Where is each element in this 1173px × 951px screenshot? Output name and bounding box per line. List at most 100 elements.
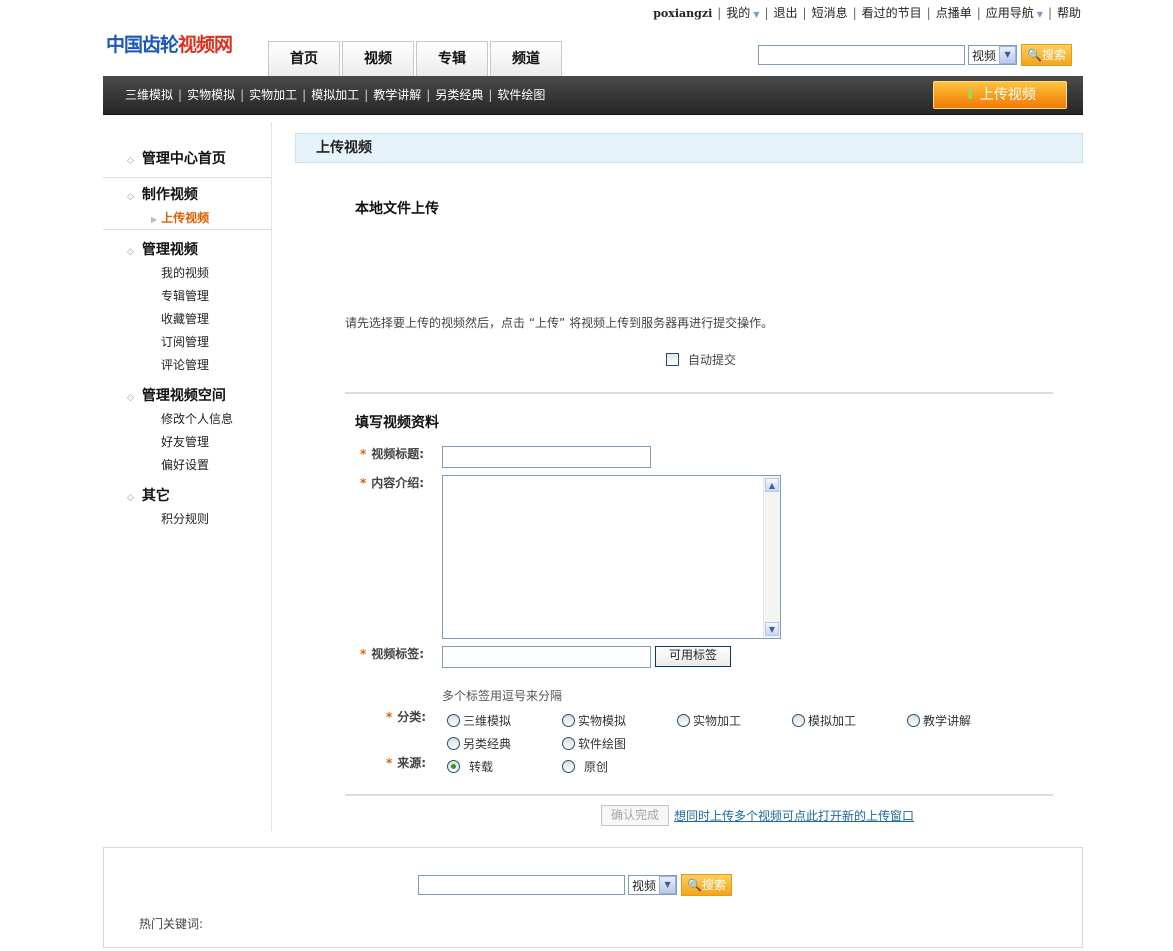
main-tabs: 首页 视频 专辑 频道 bbox=[268, 41, 564, 77]
sidebar-group-make[interactable]: ◇ 制作视频 bbox=[127, 184, 198, 204]
available-tags-button[interactable]: 可用标签 bbox=[655, 646, 731, 667]
sidebar-item-favorites[interactable]: 收藏管理 bbox=[161, 310, 209, 327]
sidebar-item-home[interactable]: ◇ 管理中心首页 bbox=[127, 148, 226, 168]
upload-instruction: 请先选择要上传的视频然后，点击 “上传” 将视频上传到服务器再进行提交操作。 bbox=[345, 316, 774, 330]
radio-button[interactable] bbox=[677, 714, 690, 727]
messages-link[interactable]: 短消息 bbox=[812, 6, 848, 20]
source-option-repost[interactable]: 转载 bbox=[447, 758, 493, 775]
nav-link[interactable]: 实物加工 bbox=[249, 88, 297, 102]
radio-button[interactable] bbox=[792, 714, 805, 727]
playlist-link[interactable]: 点播单 bbox=[936, 6, 972, 20]
required-star-icon: * bbox=[360, 476, 367, 490]
chevron-down-icon[interactable]: ▼ bbox=[753, 10, 759, 19]
divider bbox=[345, 794, 1053, 796]
search-type-select[interactable]: 视频 ▼ bbox=[628, 875, 678, 895]
video-intro-textarea[interactable]: ▲ ▼ bbox=[442, 475, 781, 639]
sidebar-item-subscriptions[interactable]: 订阅管理 bbox=[161, 333, 209, 350]
sidebar-item-comments[interactable]: 评论管理 bbox=[161, 356, 209, 373]
sidebar-item-albums[interactable]: 专辑管理 bbox=[161, 287, 209, 304]
radio-button[interactable] bbox=[562, 737, 575, 750]
sidebar-item-upload[interactable]: ▶ 上传视频 bbox=[151, 209, 209, 226]
bullet-icon: ◇ bbox=[127, 247, 134, 257]
auto-submit-row: 自动提交 bbox=[666, 351, 736, 368]
chevron-down-icon[interactable]: ▼ bbox=[1037, 10, 1043, 19]
video-title-input[interactable] bbox=[442, 446, 651, 468]
confirm-button[interactable]: 确认完成 bbox=[601, 805, 669, 826]
radio-button[interactable] bbox=[562, 714, 575, 727]
intro-label: * 内容介绍: bbox=[360, 476, 425, 490]
category-links: 三维模拟 | 实物模拟 | 实物加工 | 模拟加工 | 教学讲解 | 另类经典 | 软件绘图 bbox=[125, 88, 546, 102]
scroll-up-icon[interactable]: ▲ bbox=[765, 478, 779, 492]
tab-album[interactable]: 专辑 bbox=[416, 41, 488, 76]
search-input[interactable] bbox=[758, 45, 965, 65]
search-input[interactable] bbox=[418, 875, 625, 895]
search-button[interactable]: 🔍搜索 bbox=[1021, 44, 1072, 66]
scrollbar[interactable]: ▲ ▼ bbox=[763, 476, 780, 638]
auto-submit-checkbox[interactable] bbox=[666, 353, 679, 366]
title-label: * 视频标题: bbox=[360, 447, 425, 461]
category-option[interactable]: 模拟加工 bbox=[792, 712, 856, 729]
sidebar-item-friends[interactable]: 好友管理 bbox=[161, 433, 209, 450]
divider bbox=[103, 229, 271, 230]
nav-link[interactable]: 实物模拟 bbox=[187, 88, 235, 102]
form-heading: 填写视频资料 bbox=[355, 415, 439, 431]
category-option[interactable]: 另类经典 bbox=[447, 735, 511, 752]
sidebar-item-preferences[interactable]: 偏好设置 bbox=[161, 456, 209, 473]
nav-link[interactable]: 教学讲解 bbox=[373, 88, 421, 102]
required-star-icon: * bbox=[360, 447, 367, 461]
username[interactable]: poxiangzi bbox=[653, 7, 712, 20]
sidebar-item-profile[interactable]: 修改个人信息 bbox=[161, 410, 233, 427]
triangle-icon: ▶ bbox=[151, 215, 158, 224]
radio-button[interactable] bbox=[447, 737, 460, 750]
radio-button[interactable] bbox=[447, 714, 460, 727]
nav-link[interactable]: 另类经典 bbox=[435, 88, 483, 102]
radio-button[interactable] bbox=[907, 714, 920, 727]
bullet-icon: ◇ bbox=[127, 156, 134, 166]
site-logo[interactable]: 中国齿轮视频网 bbox=[106, 30, 233, 57]
scroll-down-icon[interactable]: ▼ bbox=[765, 622, 779, 636]
my-menu[interactable]: 我的 bbox=[726, 6, 750, 20]
nav-link[interactable]: 模拟加工 bbox=[311, 88, 359, 102]
divider bbox=[345, 392, 1053, 394]
required-star-icon: * bbox=[360, 647, 367, 661]
category-option[interactable]: 软件绘图 bbox=[562, 735, 626, 752]
category-option[interactable]: 实物加工 bbox=[677, 712, 741, 729]
sidebar-group-space[interactable]: ◇ 管理视频空间 bbox=[127, 385, 226, 405]
search-button[interactable]: 🔍搜索 bbox=[681, 874, 732, 896]
nav-link[interactable]: 三维模拟 bbox=[125, 88, 173, 102]
search-type-select[interactable]: 视频 ▼ bbox=[968, 45, 1018, 65]
sidebar-group-other[interactable]: ◇ 其它 bbox=[127, 485, 170, 505]
multi-upload-link[interactable]: 想同时上传多个视频可点此打开新的上传窗口 bbox=[674, 807, 914, 824]
search-icon: 🔍 bbox=[1027, 48, 1042, 62]
tab-home[interactable]: 首页 bbox=[268, 41, 340, 76]
sidebar-item-points-rules[interactable]: 积分规则 bbox=[161, 510, 209, 527]
help-link[interactable]: 帮助 bbox=[1057, 6, 1081, 20]
tab-channel[interactable]: 频道 bbox=[490, 41, 562, 76]
category-option[interactable]: 教学讲解 bbox=[907, 712, 971, 729]
chevron-down-icon: ▼ bbox=[999, 46, 1017, 64]
radio-button[interactable] bbox=[562, 760, 575, 773]
required-star-icon: * bbox=[386, 710, 393, 724]
app-nav-menu[interactable]: 应用导航 bbox=[986, 6, 1034, 20]
tab-video[interactable]: 视频 bbox=[342, 41, 414, 76]
sidebar: ◇ 管理中心首页 ◇ 制作视频 ▶ 上传视频 ◇ 管理视频 我的视频 专辑管理 收藏管理… bbox=[103, 122, 272, 831]
sidebar-item-my-videos[interactable]: 我的视频 bbox=[161, 264, 209, 281]
upload-video-button[interactable]: ⬆ 上传视频 bbox=[933, 81, 1067, 109]
radio-button-selected[interactable] bbox=[447, 760, 460, 773]
video-tags-input[interactable] bbox=[442, 646, 651, 668]
source-option-original[interactable]: 原创 bbox=[562, 758, 608, 775]
tags-label: * 视频标签: bbox=[360, 647, 425, 661]
upload-arrow-icon: ⬆ bbox=[964, 87, 976, 103]
category-option[interactable]: 三维模拟 bbox=[447, 712, 511, 729]
required-star-icon: * bbox=[386, 756, 393, 770]
bullet-icon: ◇ bbox=[127, 192, 134, 202]
footer-search-box: 视频 ▼ 🔍搜索 热门关键词: bbox=[103, 847, 1083, 948]
tags-hint: 多个标签用逗号来分隔 bbox=[442, 689, 563, 703]
source-label: * 来源: bbox=[386, 756, 427, 770]
category-option[interactable]: 实物模拟 bbox=[562, 712, 626, 729]
nav-link[interactable]: 软件绘图 bbox=[497, 88, 545, 102]
local-upload-heading: 本地文件上传 bbox=[355, 201, 439, 217]
sidebar-group-manage[interactable]: ◇ 管理视频 bbox=[127, 239, 198, 259]
watched-link[interactable]: 看过的节目 bbox=[862, 6, 922, 20]
logout-link[interactable]: 退出 bbox=[774, 6, 798, 20]
